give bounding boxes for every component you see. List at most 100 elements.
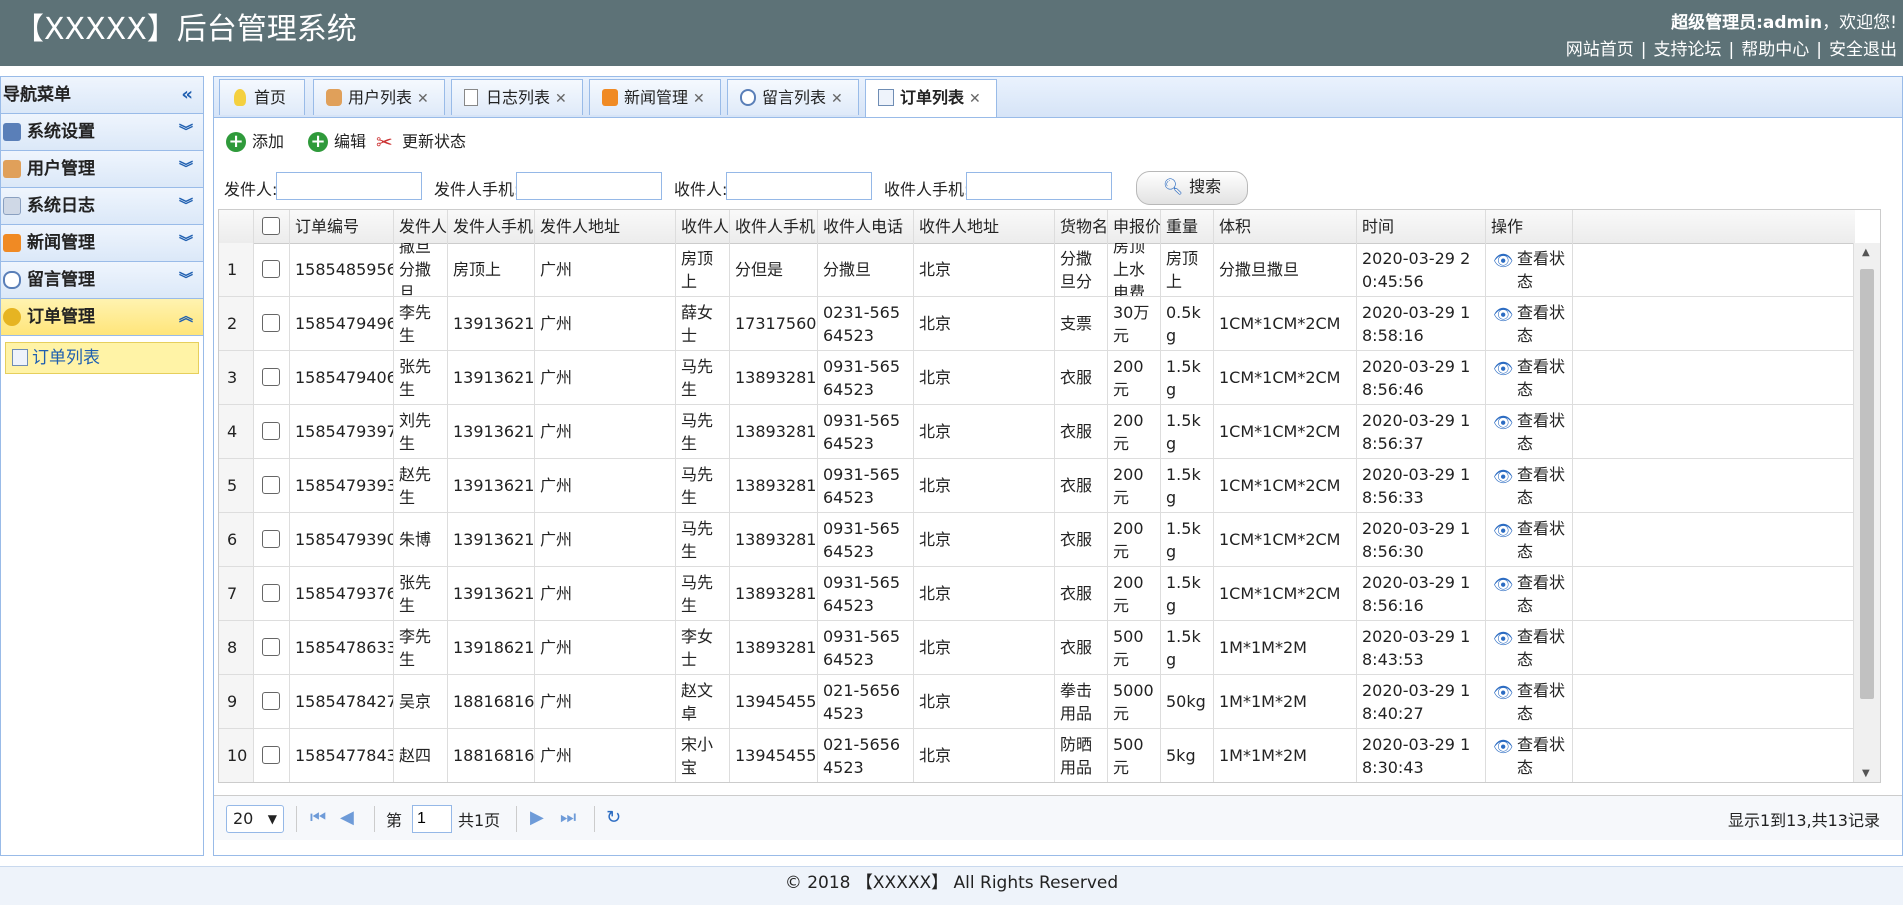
row-checkbox[interactable]	[262, 422, 280, 440]
sender-phone-input[interactable]	[516, 172, 662, 200]
cell-text: 撒旦分撒旦	[399, 243, 432, 296]
row-checkbox[interactable]	[262, 638, 280, 656]
close-icon[interactable]: ✕	[831, 91, 843, 107]
table-row[interactable]: 7 1585479376761 张先生 13913621562 广州 马先生 1389328…	[219, 567, 1855, 621]
cell-sender-phone: 13913621562	[448, 459, 535, 512]
row-checkbox[interactable]	[262, 692, 280, 710]
view-status-link[interactable]: 👁︎ 查看状态	[1491, 733, 1567, 779]
sender-input[interactable]	[276, 172, 422, 200]
close-icon[interactable]: ✕	[555, 91, 567, 107]
receiver-input[interactable]	[726, 172, 872, 200]
page-size-select[interactable]: 20 ▼	[226, 805, 284, 833]
view-status-link[interactable]: 👁︎ 查看状态	[1491, 355, 1567, 401]
row-checkbox[interactable]	[262, 530, 280, 548]
scroll-thumb[interactable]	[1860, 269, 1874, 699]
column-header-actions[interactable]: 操作	[1486, 210, 1573, 243]
collapse-sidebar-icon[interactable]: «	[181, 77, 193, 113]
view-status-link[interactable]: 👁︎ 查看状态	[1491, 409, 1567, 455]
select-all-checkbox[interactable]	[262, 217, 280, 235]
tab-message-list[interactable]: 留言列表 ✕	[727, 79, 859, 115]
cell-text: 北京	[919, 692, 952, 711]
table-row[interactable]: 10 1585477843674 赵四 18816816888 广州 宋小宝 1394545…	[219, 729, 1855, 782]
column-header-goods-name[interactable]: 货物名称	[1055, 210, 1108, 243]
column-header-sender-address[interactable]: 发件人地址	[535, 210, 676, 243]
tab-order-list[interactable]: 订单列表 ✕	[865, 79, 997, 117]
tab-news-management[interactable]: 新闻管理 ✕	[589, 79, 721, 115]
menu-group-message-management[interactable]: 留言管理 ︾	[1, 262, 203, 299]
link-site-home[interactable]: 网站首页	[1566, 40, 1634, 60]
close-icon[interactable]: ✕	[969, 91, 981, 107]
column-header-volume[interactable]: 体积	[1214, 210, 1357, 243]
vertical-scrollbar[interactable]: ▲ ▼	[1853, 243, 1880, 782]
footer: © 2018 【XXXXX】 All Rights Reserved	[0, 866, 1903, 905]
menu-group-news-management[interactable]: 新闻管理 ︾	[1, 225, 203, 262]
table-row[interactable]: 6 1585479390742 朱博 13913621562 广州 马先生 13893281…	[219, 513, 1855, 567]
page-number-input[interactable]	[412, 805, 452, 833]
receiver-phone-input[interactable]	[966, 172, 1112, 200]
add-button[interactable]: + 添加	[224, 127, 284, 157]
view-status-link[interactable]: 👁︎ 查看状态	[1491, 463, 1567, 509]
column-header-time[interactable]: 时间	[1357, 210, 1486, 243]
menu-group-system-settings[interactable]: 系统设置 ︾	[1, 114, 203, 151]
table-row[interactable]: 4 1585479397972 刘先生 13913621562 广州 马先生 1389328…	[219, 405, 1855, 459]
view-status-link[interactable]: 👁︎ 查看状态	[1491, 517, 1567, 563]
search-button[interactable]: 🔍︎ 搜索	[1136, 171, 1248, 205]
column-header-order-id[interactable]: 订单编号	[290, 210, 394, 243]
menu-group-system-log[interactable]: 系统日志 ︾	[1, 188, 203, 225]
view-status-link[interactable]: 👁︎ 查看状态	[1491, 625, 1567, 671]
cell-text: 2020-03-29 18:56:46	[1362, 356, 1471, 399]
column-header-receiver-address[interactable]: 收件人地址	[914, 210, 1055, 243]
link-support-forum[interactable]: 支持论坛	[1654, 40, 1722, 60]
table-row[interactable]: 8 1585478633672 李先生 13918621562 广州 李女士 1389328…	[219, 621, 1855, 675]
row-checkbox[interactable]	[262, 584, 280, 602]
view-status-link[interactable]: 👁︎ 查看状态	[1491, 247, 1567, 293]
row-checkbox[interactable]	[262, 368, 280, 386]
table-row[interactable]: 5 1585479393964 赵先生 13913621562 广州 马先生 1389328…	[219, 459, 1855, 513]
view-status-link[interactable]: 👁︎ 查看状态	[1491, 301, 1567, 347]
cell-text: 200元	[1113, 518, 1144, 561]
table-row[interactable]: 2 1585479496651 李先生 13913621562 广州 薛女士 1731756…	[219, 297, 1855, 351]
first-page-icon[interactable]: ⏮︎	[310, 805, 326, 831]
view-status-link[interactable]: 👁︎ 查看状态	[1491, 679, 1567, 725]
cell-volume: 1CM*1CM*2CM	[1214, 459, 1357, 512]
tab-log-list[interactable]: 日志列表 ✕	[451, 79, 583, 115]
row-checkbox[interactable]	[262, 314, 280, 332]
table-row[interactable]: 9 1585478427150 吴京 18816816888 广州 赵文卓 13945455…	[219, 675, 1855, 729]
scroll-up-icon[interactable]: ▲	[1862, 247, 1870, 258]
column-header-declared-price[interactable]: 申报价格	[1108, 210, 1161, 243]
row-checkbox[interactable]	[262, 476, 280, 494]
cell-text: 马先生	[681, 464, 714, 507]
tab-home[interactable]: 首页	[219, 79, 305, 115]
column-header-weight[interactable]: 重量	[1161, 210, 1214, 243]
refresh-icon[interactable]: ↻	[606, 805, 621, 831]
cell-receiver-phone: 13945455656	[730, 729, 818, 782]
row-checkbox[interactable]	[262, 260, 280, 278]
table-row[interactable]: 11585485956171撒旦分撒旦房顶上广州房顶上分但是分撒旦北京分撒旦分房…	[219, 243, 1855, 297]
cell-text: 13913621562	[453, 422, 535, 441]
eye-icon: 👁︎	[1493, 358, 1514, 378]
cell-text: 李先生	[399, 302, 432, 345]
link-help-center[interactable]: 帮助中心	[1741, 40, 1809, 60]
column-header-receiver[interactable]: 收件人	[676, 210, 730, 243]
close-icon[interactable]: ✕	[693, 91, 705, 107]
next-page-icon[interactable]: ▶︎	[530, 805, 544, 831]
prev-page-icon[interactable]: ◀︎	[340, 805, 354, 831]
column-header-receiver-tel[interactable]: 收件人电话	[818, 210, 914, 243]
edit-button[interactable]: + 编辑	[306, 127, 366, 157]
edit-button-label: 编辑	[334, 132, 367, 151]
row-checkbox[interactable]	[262, 746, 280, 764]
menu-group-order-management[interactable]: 订单管理 ︽	[1, 299, 203, 336]
last-page-icon[interactable]: ⏭︎	[560, 805, 576, 831]
sidebar-item-order-list[interactable]: 订单列表	[5, 342, 199, 374]
column-header-sender[interactable]: 发件人	[394, 210, 448, 243]
close-icon[interactable]: ✕	[417, 91, 429, 107]
tab-user-list[interactable]: 用户列表 ✕	[313, 79, 445, 115]
table-row[interactable]: 3 1585479406647 张先生 13913621562 广州 马先生 1389328…	[219, 351, 1855, 405]
column-header-receiver-phone[interactable]: 收件人手机	[730, 210, 818, 243]
link-logout[interactable]: 安全退出	[1829, 40, 1897, 60]
view-status-link[interactable]: 👁︎ 查看状态	[1491, 571, 1567, 617]
menu-group-user-management[interactable]: 用户管理 ︾	[1, 151, 203, 188]
column-header-sender-phone[interactable]: 发件人手机	[448, 210, 535, 243]
update-status-button[interactable]: ✂ 更新状态	[374, 127, 466, 157]
scroll-down-icon[interactable]: ▼	[1862, 768, 1870, 779]
